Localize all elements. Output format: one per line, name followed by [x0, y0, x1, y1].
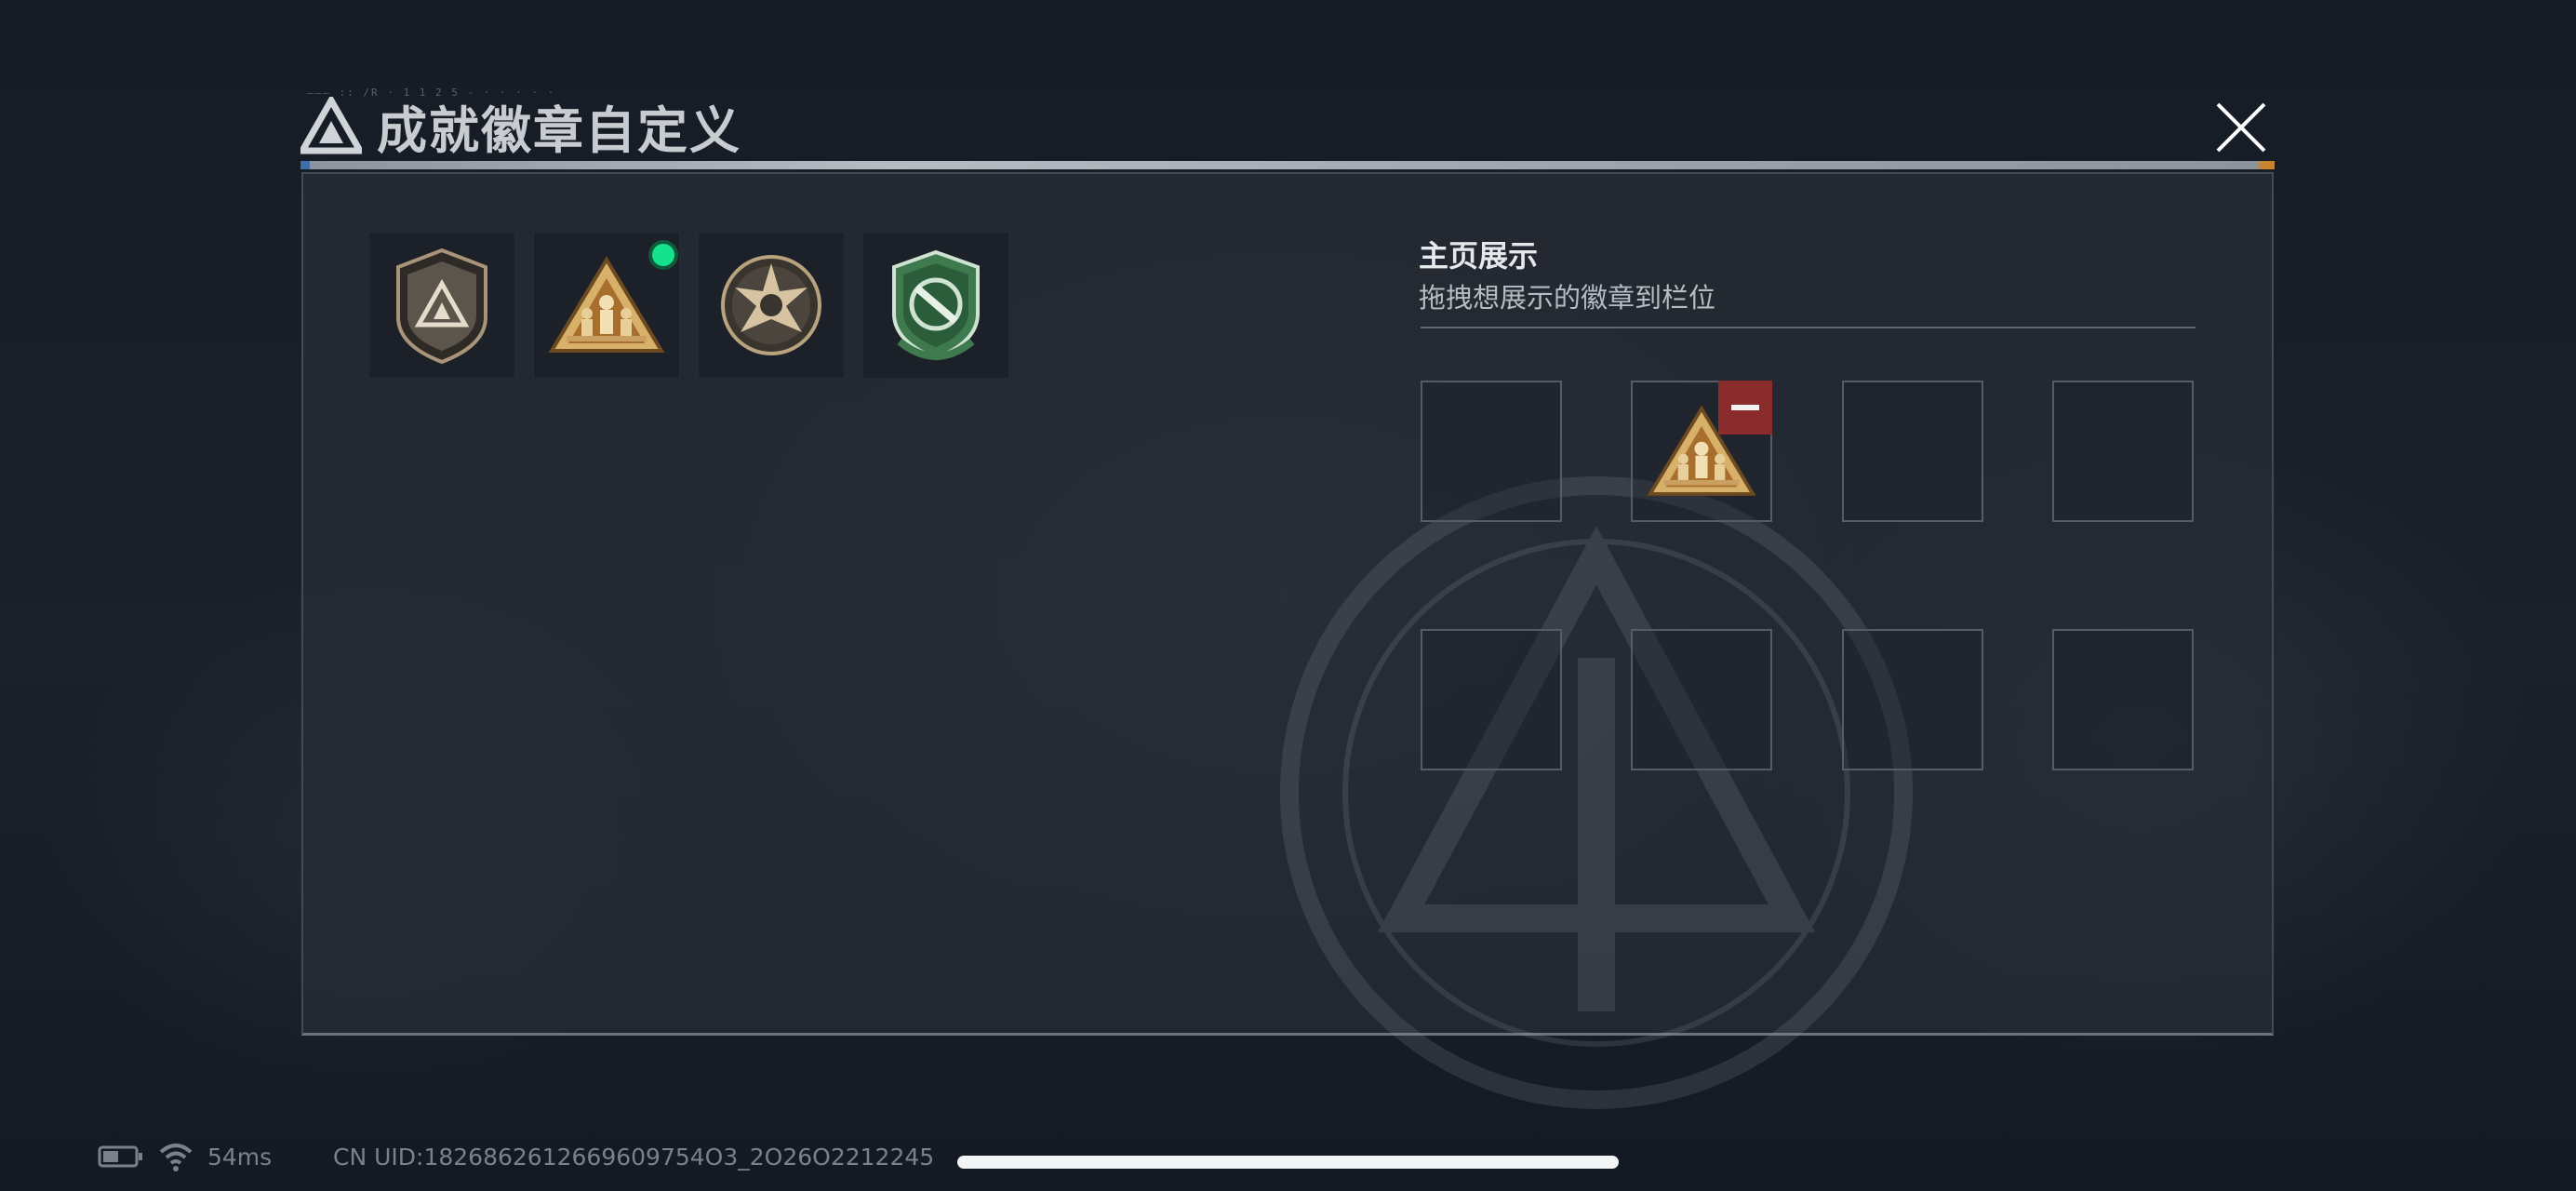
showcase-slot-7[interactable] [1842, 629, 1983, 770]
ping-text: 54ms [207, 1143, 273, 1171]
status-bar: 54ms [98, 1141, 272, 1172]
showcase-hint: 拖拽想展示的徽章到栏位 [1419, 282, 1716, 314]
showcase-slot-8[interactable] [2052, 629, 2194, 770]
badge-slot-shield-delta[interactable] [368, 232, 515, 379]
delta-logo-icon [300, 97, 362, 154]
showcase-slot-2[interactable] [1631, 381, 1772, 522]
remove-badge-button[interactable] [1718, 381, 1772, 435]
dialog-title: 成就徽章自定义 [377, 100, 741, 160]
uid-label: CN UID:1826862612669609754O3_2O26O221224… [333, 1141, 934, 1172]
close-button[interactable] [2212, 99, 2270, 156]
badge-slot-star-emblem[interactable] [698, 232, 845, 379]
showcase-slot-1[interactable] [1421, 381, 1562, 522]
showcase-slot-3[interactable] [1842, 381, 1983, 522]
star-emblem-badge-icon [721, 255, 821, 355]
close-icon [2216, 102, 2266, 153]
badge-inventory [368, 232, 1009, 379]
showcase-slot-4[interactable] [2052, 381, 2194, 522]
showcase-title: 主页展示 [1419, 238, 1539, 274]
showcase-divider [1421, 327, 2196, 328]
battery-icon [98, 1145, 142, 1168]
header-divider [300, 161, 2275, 169]
dialog-header: 成就徽章自定义 [300, 88, 741, 163]
badge-slot-green-shield[interactable] [862, 232, 1009, 379]
screen: ——— :: /R · 1 1 2 5 - · · · · · 成就徽章自定义 [0, 0, 2576, 1191]
new-badge-indicator [652, 244, 674, 266]
shield-delta-badge-icon [396, 248, 487, 365]
uid-text: CN UID:1826862612669609754O3_2O26O221224… [333, 1143, 935, 1171]
background-emblem-icon [1280, 476, 1913, 1109]
green-shield-badge-icon [892, 249, 980, 361]
showcase-slot-5[interactable] [1421, 629, 1562, 770]
badge-slot-triangle-soldiers[interactable] [533, 232, 680, 379]
home-indicator[interactable] [957, 1156, 1619, 1169]
wifi-icon [159, 1144, 193, 1171]
showcase-slot-6[interactable] [1631, 629, 1772, 770]
